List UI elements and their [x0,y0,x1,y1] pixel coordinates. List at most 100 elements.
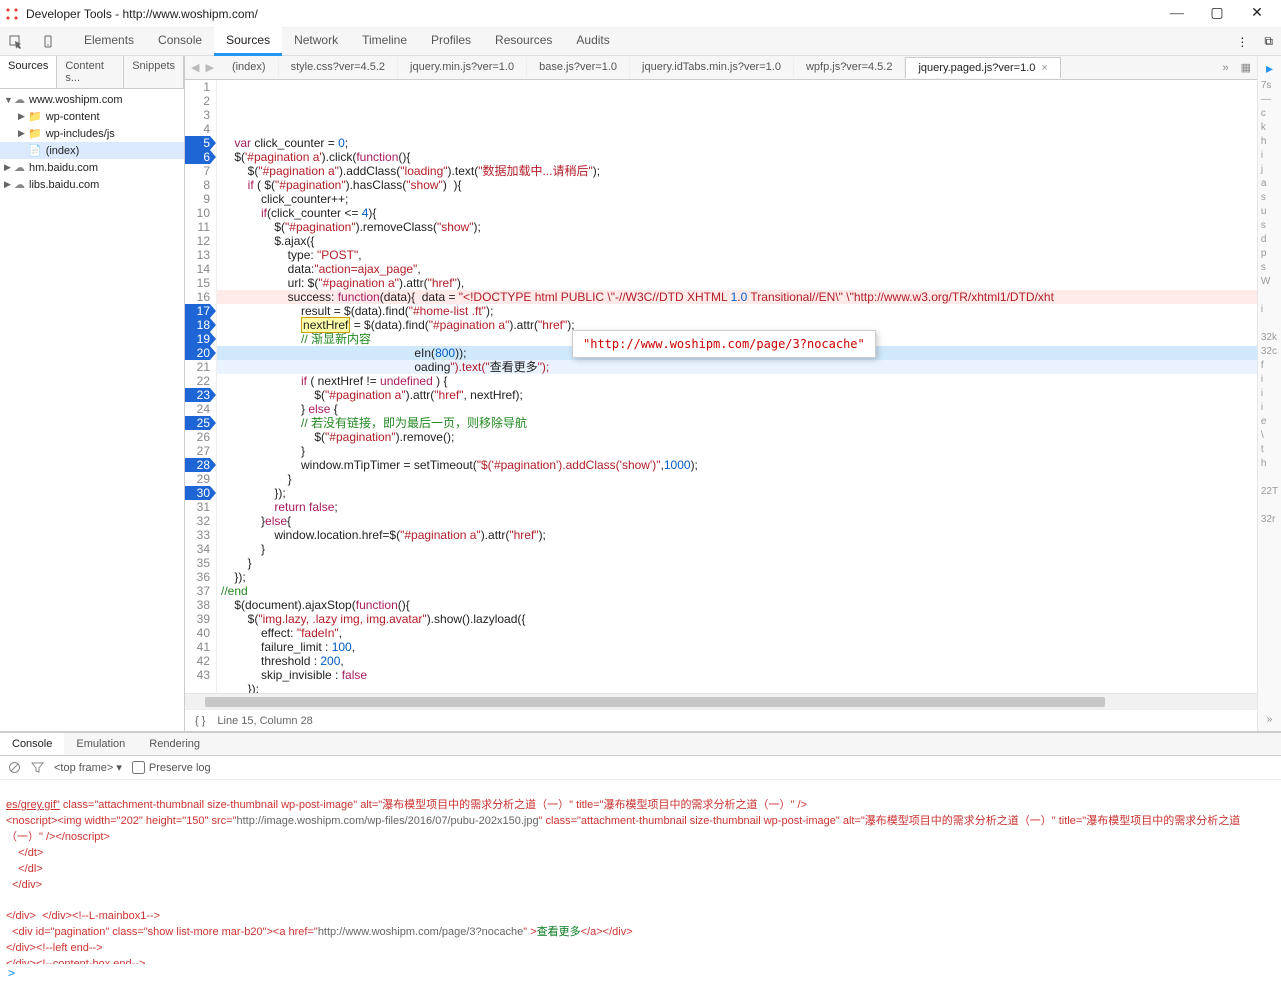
code-line[interactable]: data:"action=ajax_page", [217,262,1257,276]
code-line[interactable]: failure_limit : 100, [217,640,1257,654]
nav-back-icon[interactable]: ◀ [191,61,199,74]
code-line[interactable]: threshold : 200, [217,654,1257,668]
code-line[interactable]: }); [217,486,1257,500]
tree-item[interactable]: 📄(index) [0,142,184,159]
tree-item[interactable]: ▶📁wp-includes/js [0,125,184,142]
code-line[interactable]: $.ajax({ [217,234,1257,248]
console-output[interactable]: es/grey.gif" class="attachment-thumbnail… [0,780,1281,964]
code-line[interactable]: } [217,472,1257,486]
code-line[interactable]: window.mTipTimer = setTimeout("$('#pagin… [217,458,1257,472]
kebab-menu-icon[interactable]: ⋮ [1228,28,1256,56]
panel-tab-sources[interactable]: Sources [214,27,282,56]
console-toolbar: <top frame> ▾ Preserve log [0,756,1281,780]
file-tab[interactable]: style.css?ver=4.5.2 [279,57,398,78]
navigator-tab[interactable]: Content s... [57,56,124,88]
code-line[interactable]: success: function(data){ data = "<!DOCTY… [217,290,1257,304]
code-line[interactable]: $("#pagination").removeClass("show"); [217,220,1257,234]
editor-statusbar: { } Line 15, Column 28 [185,709,1257,731]
maximize-button[interactable]: ▢ [1197,5,1237,22]
code-line[interactable]: if ( nextHref != undefined ) { [217,374,1257,388]
resume-icon[interactable]: ▸ [1266,60,1273,77]
code-line[interactable] [217,122,1257,136]
code-line[interactable]: $("#pagination a").addClass("loading").t… [217,164,1257,178]
editor-code[interactable]: var click_counter = 0; $('#pagination a'… [217,80,1257,693]
panel-tab-timeline[interactable]: Timeline [350,27,419,56]
value-tooltip: "http://www.woshipm.com/page/3?nocache" [572,330,876,358]
close-tab-icon[interactable]: × [1041,62,1047,74]
frame-selector[interactable]: <top frame> ▾ [54,761,122,774]
code-line[interactable]: if ( $("#pagination").hasClass("show") )… [217,178,1257,192]
navigator-tab[interactable]: Snippets [124,56,184,88]
file-tab[interactable]: jquery.min.js?ver=1.0 [398,57,527,78]
code-line[interactable]: url: $("#pagination a").attr("href"), [217,276,1257,290]
code-line[interactable]: } [217,556,1257,570]
code-line[interactable]: }); [217,570,1257,584]
panel-tab-console[interactable]: Console [146,27,214,56]
code-line[interactable]: // 若没有链接，即为最后一页，则移除导航 [217,416,1257,430]
drawer-tab-console[interactable]: Console [0,733,64,755]
code-line[interactable]: var click_counter = 0; [217,136,1257,150]
code-line[interactable]: } [217,444,1257,458]
drawer-tab-rendering[interactable]: Rendering [137,733,212,755]
minimize-button[interactable]: — [1157,6,1197,22]
editor-gutter[interactable]: 1234567891011121314151617181920212223242… [185,80,217,693]
console-prompt[interactable]: > [0,964,1281,982]
code-line[interactable]: }else{ [217,514,1257,528]
source-editor: ◀ ▶ (index)style.css?ver=4.5.2jquery.min… [185,56,1257,731]
panel-tab-audits[interactable]: Audits [564,27,621,56]
dock-side-icon[interactable]: ⧉ [1256,28,1281,56]
code-line[interactable]: oading").text("查看更多"); [217,360,1257,374]
pretty-print-icon[interactable]: { } [195,715,205,727]
nav-fwd-icon[interactable]: ▶ [205,61,213,74]
tree-item[interactable]: ▶☁libs.baidu.com [0,176,184,193]
code-line[interactable]: window.location.href=$("#pagination a").… [217,528,1257,542]
file-tab[interactable]: (index) [220,57,279,78]
code-line[interactable]: $('#pagination a').click(function(){ [217,150,1257,164]
code-line[interactable]: } else { [217,402,1257,416]
filter-icon[interactable] [31,761,44,774]
close-button[interactable]: ✕ [1237,5,1277,22]
navigator-tab[interactable]: Sources [0,56,57,88]
navigator-panel: SourcesContent s...Snippets ▼☁www.woship… [0,56,185,731]
code-line[interactable]: click_counter++; [217,192,1257,206]
devtools-toolbar: ElementsConsoleSourcesNetworkTimelinePro… [0,28,1281,56]
code-line[interactable]: return false; [217,500,1257,514]
tree-item[interactable]: ▼☁www.woshipm.com [0,91,184,108]
code-line[interactable]: skip_invisible : false [217,668,1257,682]
tab-list-icon[interactable]: ▦ [1235,61,1257,74]
expand-sidebar-icon[interactable]: » [1267,714,1273,725]
code-line[interactable]: $("#pagination").remove(); [217,430,1257,444]
code-line[interactable]: } [217,542,1257,556]
file-tab[interactable]: wpfp.js?ver=4.5.2 [794,57,906,78]
code-line[interactable]: $(document).ajaxStop(function(){ [217,598,1257,612]
console-drawer: ConsoleEmulationRendering <top frame> ▾ … [0,732,1281,982]
panel-tab-network[interactable]: Network [282,27,350,56]
code-line[interactable]: type: "POST", [217,248,1257,262]
tree-item[interactable]: ▶📁wp-content [0,108,184,125]
device-mode-icon[interactable] [32,28,64,56]
panel-tab-elements[interactable]: Elements [72,27,146,56]
code-line[interactable]: if(click_counter <= 4){ [217,206,1257,220]
panel-tab-profiles[interactable]: Profiles [419,27,483,56]
more-tabs-icon[interactable]: » [1216,62,1234,74]
code-line[interactable]: effect: "fadeIn", [217,626,1257,640]
code-line[interactable]: $("#pagination a").attr("href", nextHref… [217,388,1257,402]
debugger-sidebar-collapsed[interactable]: ▸ 7s—ckhijasusdpsWi32k32cfiiie\th22T32r … [1257,56,1281,731]
panel-tab-resources[interactable]: Resources [483,27,564,56]
file-tab[interactable]: jquery.paged.js?ver=1.0× [905,57,1060,78]
tree-item[interactable]: ▶☁hm.baidu.com [0,159,184,176]
clear-console-icon[interactable] [8,761,21,774]
drawer-tab-emulation[interactable]: Emulation [64,733,137,755]
preserve-log-checkbox[interactable]: Preserve log [132,761,211,774]
file-tab[interactable]: jquery.idTabs.min.js?ver=1.0 [630,57,794,78]
window-title: Developer Tools - http://www.woshipm.com… [26,7,1157,21]
inspect-icon[interactable] [0,28,32,56]
code-line[interactable]: }); [217,682,1257,693]
file-tab[interactable]: base.js?ver=1.0 [527,57,630,78]
file-tree[interactable]: ▼☁www.woshipm.com▶📁wp-content▶📁wp-includ… [0,89,184,731]
code-line[interactable]: result = $(data).find("#home-list .ft"); [217,304,1257,318]
cursor-position: Line 15, Column 28 [217,715,312,727]
h-scrollbar[interactable] [185,693,1257,709]
code-line[interactable]: //end [217,584,1257,598]
code-line[interactable]: $("img.lazy, .lazy img, img.avatar").sho… [217,612,1257,626]
